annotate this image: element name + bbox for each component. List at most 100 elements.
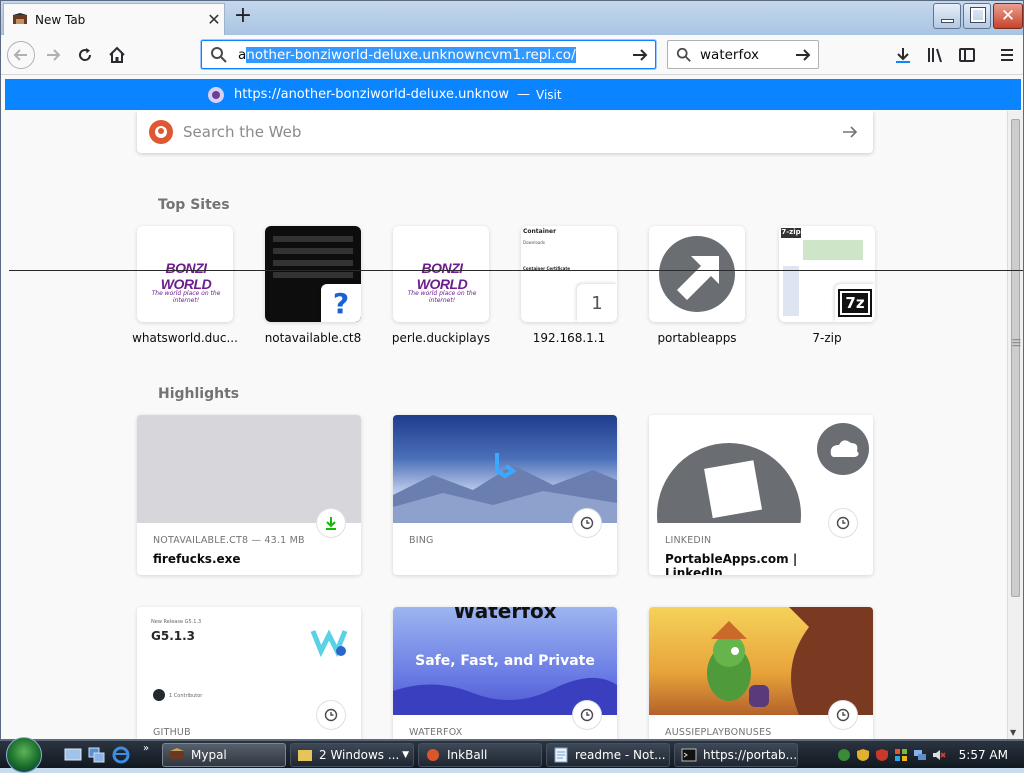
search-go-icon[interactable]: [794, 46, 812, 64]
back-button[interactable]: [7, 41, 35, 69]
close-window-button[interactable]: ✕: [993, 3, 1023, 29]
mypal-icon: [170, 748, 184, 759]
hamburger-icon: [1001, 49, 1013, 61]
go-arrow-icon[interactable]: [631, 46, 649, 64]
search-bar[interactable]: waterfox: [667, 40, 819, 69]
top-site-tile[interactable]: Container Downloads Container Certificat…: [521, 226, 617, 345]
scrollbar-thumb[interactable]: [1011, 119, 1020, 597]
thumb-caption: New Release G5.1.3: [151, 619, 202, 625]
search-icon: [211, 46, 227, 63]
forward-arrow-icon: [47, 49, 61, 61]
clock-icon: [829, 701, 857, 729]
quicklaunch-overflow-icon[interactable]: »: [143, 743, 149, 754]
home-button[interactable]: [103, 41, 131, 69]
highlight-card[interactable]: New Release G5.1.3 G5.1.3 1 Contributor …: [137, 607, 361, 739]
task-label: https://portab...: [703, 748, 798, 762]
top-site-tile[interactable]: ? notavailable.ct8: [265, 226, 361, 345]
page-preview-text: Downloads: [523, 240, 545, 245]
thumb-footer: 1 Contributor: [169, 693, 203, 699]
site-favicon-icon: [208, 86, 224, 103]
top-site-label: perle.duckiplays: [391, 331, 491, 345]
github-avatar: [153, 689, 165, 701]
web-search-box[interactable]: Search the Web: [137, 111, 873, 153]
card-thumbnail: [649, 415, 873, 523]
suggestion-separator: —: [517, 87, 530, 102]
top-site-tile[interactable]: BONZI WORLD The world place on the inter…: [392, 226, 490, 345]
volume-muted-icon[interactable]: [932, 748, 946, 762]
highlight-card[interactable]: NOTAVAILABLE.CT8 — 43.1 MB firefucks.exe: [137, 415, 361, 575]
clock-icon: [573, 509, 601, 537]
antivirus-icon[interactable]: [875, 748, 889, 762]
minimize-button[interactable]: [933, 3, 961, 29]
tab-new-tab[interactable]: New Tab ✕: [3, 3, 225, 35]
switch-windows-icon[interactable]: [88, 746, 106, 764]
sidebar-icon: [959, 48, 975, 62]
web-search-input[interactable]: Search the Web: [183, 123, 841, 141]
badge-glyph: 1: [591, 292, 603, 314]
search-bar-input[interactable]: waterfox: [700, 47, 759, 63]
question-badge: ?: [321, 284, 361, 322]
taskbar-clock[interactable]: 5:57 AM: [959, 748, 1008, 762]
tab-close-icon[interactable]: ✕: [204, 10, 224, 29]
network-status-icon[interactable]: [837, 748, 851, 762]
browser-window: New Tab ✕ + ✕ another-bonziworld-deluxe.…: [0, 0, 1024, 740]
thumb-version: G5.1.3: [151, 629, 196, 643]
taskbar-item-mypal[interactable]: Mypal: [162, 743, 286, 767]
url-suggestion-row[interactable]: https://another-bonziworld-deluxe.unknow…: [5, 79, 1021, 110]
taskbar-item-inkball[interactable]: InkBall: [418, 743, 542, 767]
restore-icon: [971, 8, 985, 22]
folder-icon: [298, 750, 312, 761]
logo-title: BONZI WORLD: [160, 260, 212, 292]
taskbar-item-windows-group[interactable]: 2 Windows ... ▼: [290, 743, 414, 767]
card-context: WATERFOX: [409, 727, 463, 738]
security-shield-icon[interactable]: [856, 748, 870, 762]
card-context: NOTAVAILABLE.CT8 — 43.1 MB: [153, 535, 305, 546]
top-site-label: 7-zip: [812, 331, 842, 345]
taskbar-item-notepad[interactable]: readme - Not...: [546, 743, 670, 767]
group-dropdown-icon: ▼: [402, 750, 409, 760]
taskbar-item-cmd[interactable]: https://portab...: [674, 743, 798, 767]
task-label: 2 Windows ...: [319, 748, 400, 762]
clock-icon: [317, 701, 345, 729]
page-scrollbar[interactable]: — — — ▼: [1007, 111, 1023, 739]
highlight-card[interactable]: BING: [393, 415, 617, 575]
url-input[interactable]: another-bonziworld-deluxe.unknowncvm1.re…: [238, 46, 628, 63]
web-search-go-icon[interactable]: [841, 123, 859, 141]
top-site-tile[interactable]: 7-zip 7z 7-zip: [779, 226, 875, 345]
card-thumbnail: Waterfox Safe, Fast, and Private: [393, 607, 617, 715]
url-text-selected: nother-bonziworld-deluxe.unknowncvm1.rep…: [246, 46, 576, 63]
card-thumbnail: [649, 607, 873, 715]
task-label: readme - Not...: [575, 748, 666, 762]
highlight-card[interactable]: Waterfox Safe, Fast, and Private WATERFO…: [393, 607, 617, 739]
sidebar-button[interactable]: [955, 43, 979, 67]
forward-button[interactable]: [39, 41, 67, 69]
highlights-heading: Highlights: [158, 386, 240, 402]
top-site-label: portableapps: [657, 331, 737, 345]
reload-button[interactable]: [71, 41, 99, 69]
search-bar-icon: [676, 47, 691, 62]
top-site-tile[interactable]: BONZI WORLD The world place on the inter…: [132, 226, 238, 345]
top-site-tile[interactable]: portableapps: [649, 226, 745, 345]
top-site-thumbnail: 7-zip 7z: [779, 226, 875, 322]
network-connection-icon[interactable]: [913, 748, 927, 762]
restore-button[interactable]: [963, 3, 991, 29]
number-badge: 1: [577, 284, 617, 322]
new-tab-button[interactable]: +: [231, 5, 255, 29]
scroll-down-arrow-icon[interactable]: ▼: [1010, 728, 1016, 737]
badge-glyph: ?: [332, 286, 350, 320]
downloads-button[interactable]: [891, 43, 915, 67]
seven-zip-badge: 7z: [835, 284, 875, 322]
download-arrow-icon: [896, 48, 910, 63]
minimize-icon: [941, 19, 954, 23]
url-bar[interactable]: another-bonziworld-deluxe.unknowncvm1.re…: [201, 40, 656, 69]
card-title: PortableApps.com | LinkedIn: [665, 552, 798, 575]
windows-update-icon[interactable]: [894, 748, 908, 762]
highlight-card[interactable]: LINKEDIN PortableApps.com | LinkedIn: [649, 415, 873, 575]
library-button[interactable]: [923, 43, 947, 67]
tab-title: New Tab: [35, 12, 86, 27]
card-context: BING: [409, 535, 434, 546]
show-desktop-icon[interactable]: [64, 746, 82, 764]
menu-button[interactable]: [995, 43, 1019, 67]
internet-explorer-icon[interactable]: [112, 746, 130, 764]
highlight-card[interactable]: AUSSIEPLAYBONUSES: [649, 607, 873, 739]
